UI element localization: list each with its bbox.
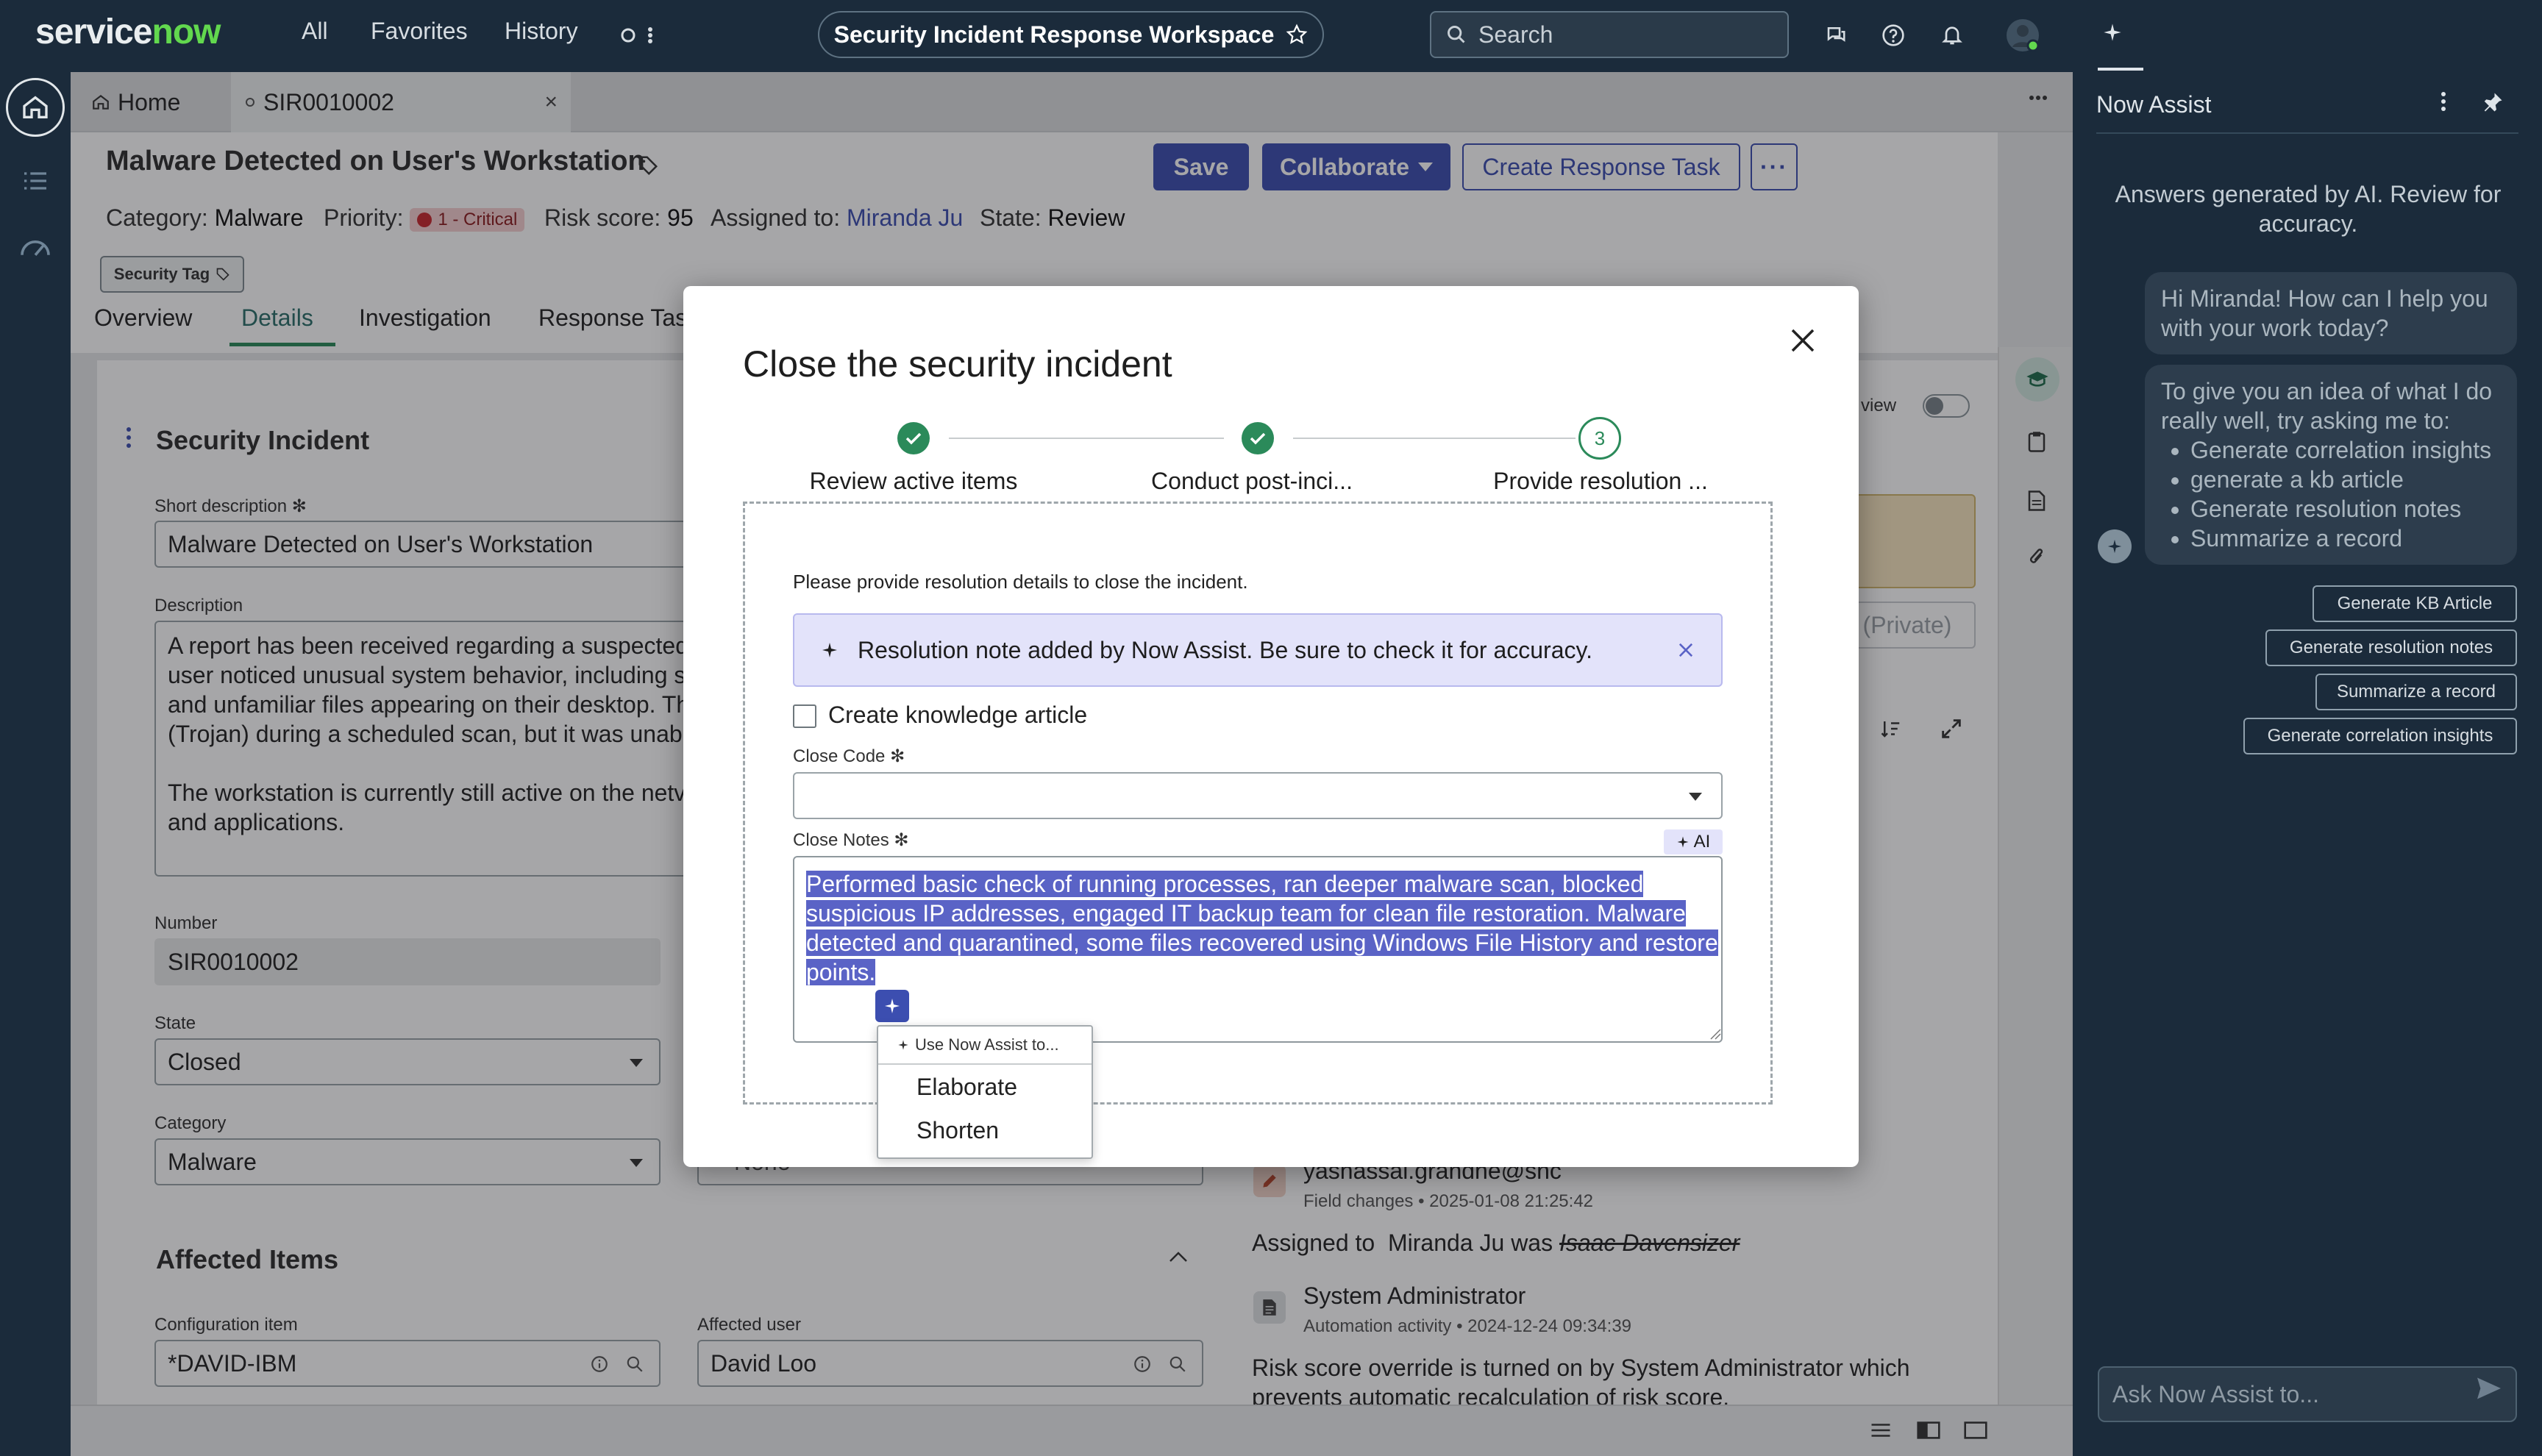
- assist-capability: Summarize a record: [2190, 524, 2501, 553]
- assistant-greeting-bubble: Hi Miranda! How can I help you with your…: [2145, 272, 2517, 354]
- modal-title: Close the security incident: [743, 343, 1172, 385]
- close-code-select[interactable]: [793, 772, 1723, 819]
- close-notes-line: Performed basic check of running process…: [806, 871, 1644, 897]
- close-notes-line: points.: [806, 959, 876, 985]
- ai-disclaimer: Answers generated by AI. Review for accu…: [2115, 181, 2502, 237]
- ai-sparkle-icon: [1676, 835, 1690, 849]
- nav-favorites[interactable]: Favorites: [371, 18, 468, 45]
- ai-sparkle-icon: [897, 1039, 909, 1051]
- ai-sparkle-icon: [821, 641, 839, 659]
- dashboard-gauge-rail-icon[interactable]: [19, 234, 51, 260]
- banner-text: Resolution note added by Now Assist. Be …: [858, 636, 1593, 663]
- suggestion-generate-kb-article[interactable]: Generate KB Article: [2313, 585, 2517, 622]
- menu-item-elaborate[interactable]: Elaborate: [878, 1065, 1092, 1101]
- assistant-intro-bubble: To give you an idea of what I do really …: [2145, 365, 2517, 565]
- now-assist-title: Now Assist: [2096, 91, 2212, 118]
- close-notes-textarea[interactable]: Performed basic check of running process…: [793, 856, 1723, 1043]
- step-connector: [1293, 438, 1576, 439]
- menu-header-label: Use Now Assist to...: [915, 1035, 1059, 1054]
- global-search-input[interactable]: Search: [1430, 11, 1789, 58]
- nav-history[interactable]: History: [505, 18, 578, 45]
- close-code-label-text: Close Code: [793, 746, 886, 766]
- step-1-check-icon[interactable]: [897, 422, 930, 454]
- step-2-check-icon[interactable]: [1242, 422, 1274, 454]
- search-icon: [1446, 24, 1467, 45]
- ai-chip-label: AI: [1693, 832, 1711, 852]
- assist-more-icon[interactable]: [2440, 91, 2446, 112]
- assistant-avatar-icon: [2098, 529, 2132, 563]
- workspace-title: Security Incident Response Workspace: [833, 21, 1275, 48]
- search-placeholder: Search: [1478, 21, 1553, 48]
- top-bar: servicenow All Favorites History Securit…: [0, 0, 2073, 72]
- user-avatar[interactable]: [2005, 18, 2040, 53]
- servicenow-logo[interactable]: servicenow: [35, 12, 221, 52]
- dismiss-banner-icon[interactable]: [1676, 640, 1696, 660]
- required-icon: ✻: [890, 746, 905, 766]
- help-icon[interactable]: [1881, 24, 1905, 47]
- step-connector: [949, 438, 1224, 439]
- now-assist-menu: Use Now Assist to... Elaborate Shorten: [877, 1025, 1093, 1159]
- ask-now-assist-input[interactable]: Ask Now Assist to...: [2098, 1366, 2517, 1422]
- favorite-star-icon[interactable]: [1286, 24, 1308, 46]
- menu-header: Use Now Assist to...: [878, 1027, 1092, 1054]
- ai-generated-chip[interactable]: AI: [1664, 829, 1723, 854]
- required-icon: ✻: [894, 830, 909, 850]
- close-code-label: Close Code ✻: [793, 746, 905, 767]
- send-icon[interactable]: [2476, 1377, 2502, 1400]
- select-arrow-icon: [1689, 793, 1702, 801]
- close-notes-label-text: Close Notes: [793, 830, 889, 850]
- modal-close-icon[interactable]: [1787, 325, 1818, 356]
- left-rail: [0, 72, 71, 1456]
- now-assist-sparkle-icon[interactable]: [2102, 22, 2123, 43]
- modal-instruction: Please provide resolution details to clo…: [793, 571, 1248, 593]
- suggestion-generate-correlation-insights[interactable]: Generate correlation insights: [2243, 718, 2517, 754]
- pin-icon[interactable]: [2482, 91, 2504, 113]
- now-assist-panel: Now Assist Answers generated by AI. Revi…: [2073, 0, 2542, 1456]
- assist-capability: generate a kb article: [2190, 465, 2501, 494]
- home-rail-icon[interactable]: [6, 78, 65, 137]
- close-notes-line: suspicious IP addresses, engaged IT back…: [806, 900, 1686, 927]
- workspaces-menu-icon[interactable]: [621, 26, 658, 44]
- notifications-bell-icon[interactable]: [1940, 22, 1964, 47]
- step-3-label: Provide resolution ...: [1493, 468, 1708, 494]
- resize-handle-icon[interactable]: [1709, 1028, 1721, 1040]
- list-rail-icon[interactable]: [21, 166, 50, 196]
- create-kb-label[interactable]: Create knowledge article: [828, 702, 1087, 729]
- close-notes-label: Close Notes ✻: [793, 829, 909, 851]
- assist-capability: Generate resolution notes: [2190, 494, 2501, 524]
- create-kb-checkbox[interactable]: [793, 704, 816, 728]
- nav-all[interactable]: All: [302, 18, 328, 45]
- step-1-label: Review active items: [809, 468, 1018, 494]
- chat-icon[interactable]: [1824, 24, 1848, 46]
- suggestion-summarize-record[interactable]: Summarize a record: [2315, 674, 2517, 710]
- workspace-switcher[interactable]: Security Incident Response Workspace: [818, 11, 1324, 58]
- now-assist-banner: Resolution note added by Now Assist. Be …: [793, 613, 1723, 687]
- step-2-label: Conduct post-inci...: [1151, 468, 1353, 494]
- now-assist-inline-button[interactable]: [875, 990, 909, 1022]
- assist-intro-text: To give you an idea of what I do really …: [2161, 378, 2493, 434]
- ask-placeholder: Ask Now Assist to...: [2112, 1380, 2319, 1407]
- step-3-current[interactable]: 3: [1578, 417, 1621, 460]
- suggestion-generate-resolution-notes[interactable]: Generate resolution notes: [2265, 629, 2517, 666]
- assist-tab-indicator: [2098, 68, 2143, 71]
- assist-capability: Generate correlation insights: [2190, 435, 2501, 465]
- assist-divider: [2096, 132, 2518, 134]
- close-notes-line: detected and quarantined, some files rec…: [806, 929, 1718, 956]
- menu-item-shorten[interactable]: Shorten: [878, 1101, 1092, 1144]
